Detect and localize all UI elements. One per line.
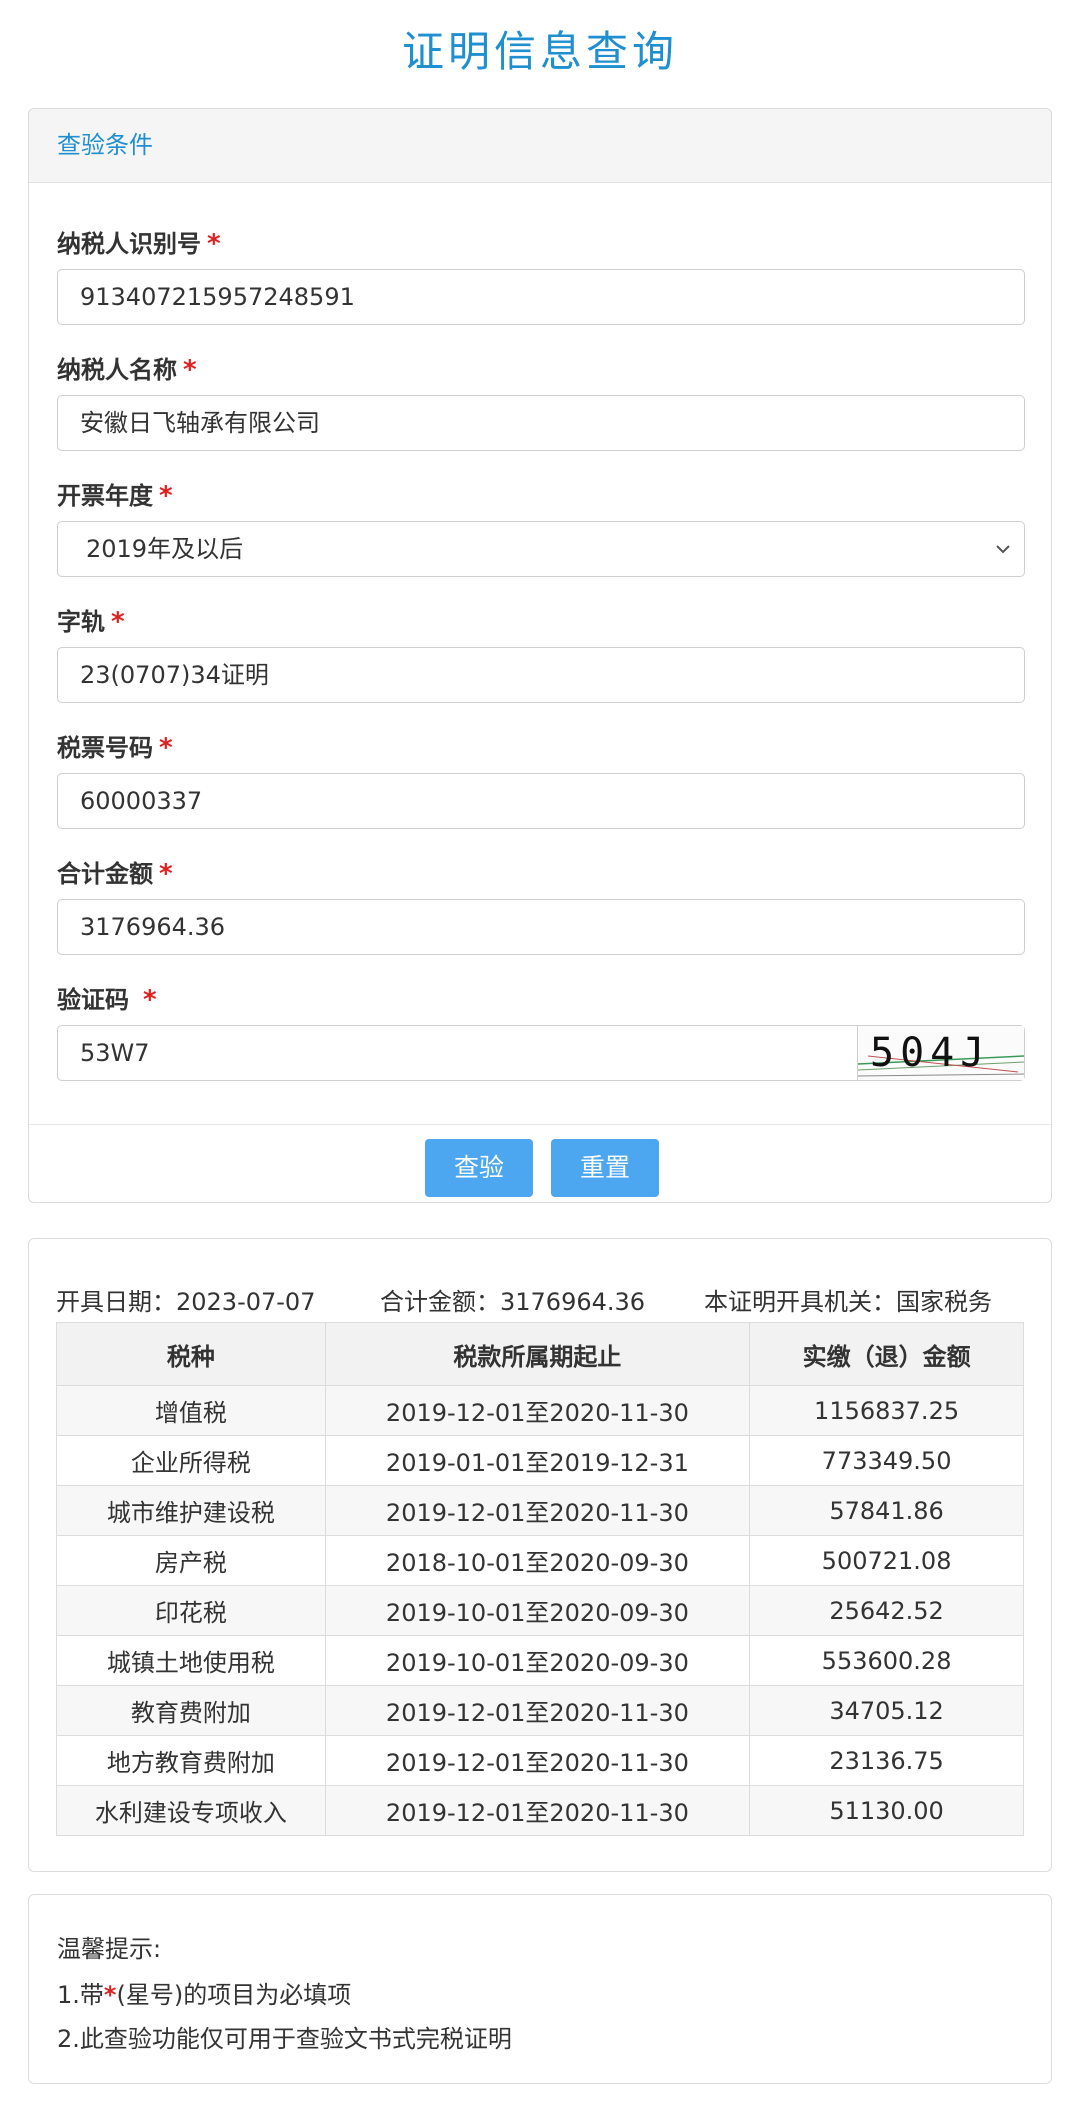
issue-date: 开具日期：2023-07-07	[56, 1288, 316, 1316]
tax-amount-cell: 500721.08	[749, 1535, 1024, 1586]
tax-amount-cell: 57841.86	[749, 1485, 1024, 1536]
required-mark: *	[207, 229, 221, 259]
issuing-authority: 本证明开具机关：国家税务	[704, 1288, 992, 1316]
reset-button[interactable]: 重置	[551, 1139, 659, 1197]
track-input[interactable]: 23(0707)34证明	[57, 647, 1025, 703]
invoice-year-label: 开票年度 *	[57, 481, 173, 511]
tax-table: 税种 税款所属期起止 实缴（退）金额 增值税 2019-12-01至2020-1…	[56, 1322, 1024, 1836]
required-mark: *	[111, 607, 125, 637]
column-header: 税款所属期起止	[324, 1322, 751, 1386]
chevron-down-icon	[996, 545, 1010, 554]
invoice-year-select[interactable]: 2019年及以后	[57, 521, 1025, 577]
tax-type-cell: 城市维护建设税	[56, 1485, 326, 1536]
captcha-input[interactable]: 53W7 504J	[57, 1025, 1025, 1081]
tax-type-cell: 教育费附加	[56, 1685, 326, 1736]
table-row: 增值税 2019-12-01至2020-11-30 1156837.25	[56, 1385, 1024, 1436]
tips-line-2: 2.此查验功能仅可用于查验文书式完税证明	[57, 2025, 512, 2053]
table-row: 地方教育费附加 2019-12-01至2020-11-30 23136.75	[56, 1735, 1024, 1786]
tax-type-cell: 印花税	[56, 1585, 326, 1636]
required-mark: *	[103, 1981, 117, 2009]
required-mark: *	[159, 733, 173, 763]
tax-period-cell: 2019-10-01至2020-09-30	[324, 1635, 751, 1686]
taxpayer-id-input[interactable]: 913407215957248591	[57, 269, 1025, 325]
tax-period-cell: 2019-10-01至2020-09-30	[324, 1585, 751, 1636]
tax-period-cell: 2019-01-01至2019-12-31	[324, 1435, 751, 1486]
table-row: 房产税 2018-10-01至2020-09-30 500721.08	[56, 1535, 1024, 1586]
tax-type-cell: 城镇土地使用税	[56, 1635, 326, 1686]
tax-amount-cell: 1156837.25	[749, 1385, 1024, 1436]
required-mark: *	[159, 481, 173, 511]
table-row: 水利建设专项收入 2019-12-01至2020-11-30 51130.00	[56, 1785, 1024, 1836]
tax-type-cell: 地方教育费附加	[56, 1735, 326, 1786]
tax-amount-cell: 23136.75	[749, 1735, 1024, 1786]
required-mark: *	[183, 355, 197, 385]
check-button[interactable]: 查验	[425, 1139, 533, 1197]
ticket-number-input[interactable]: 60000337	[57, 773, 1025, 829]
total-amount-label: 合计金额 *	[57, 859, 173, 889]
tax-amount-cell: 773349.50	[749, 1435, 1024, 1486]
taxpayer-id-label: 纳税人识别号 *	[57, 229, 221, 259]
tips-panel: 温馨提示: 1.带*(星号)的项目为必填项 2.此查验功能仅可用于查验文书式完税…	[28, 1894, 1052, 2084]
table-row: 城市维护建设税 2019-12-01至2020-11-30 57841.86	[56, 1485, 1024, 1536]
tax-period-cell: 2019-12-01至2020-11-30	[324, 1735, 751, 1786]
captcha-text: 504J	[870, 1030, 991, 1076]
table-row: 城镇土地使用税 2019-10-01至2020-09-30 553600.28	[56, 1635, 1024, 1686]
tax-amount-cell: 25642.52	[749, 1585, 1024, 1636]
column-header: 税种	[56, 1322, 326, 1386]
column-header: 实缴（退）金额	[749, 1322, 1024, 1386]
taxpayer-name-label: 纳税人名称 *	[57, 355, 197, 385]
captcha-label: 验证码 *	[57, 985, 157, 1015]
total-amount-input[interactable]: 3176964.36	[57, 899, 1025, 955]
tips-line-1: 1.带*(星号)的项目为必填项	[57, 1981, 352, 2009]
table-row: 教育费附加 2019-12-01至2020-11-30 34705.12	[56, 1685, 1024, 1736]
tax-amount-cell: 553600.28	[749, 1635, 1024, 1686]
page-title: 证明信息查询	[401, 27, 678, 76]
query-panel: 查验条件 纳税人识别号 * 913407215957248591 纳税人名称 * 安…	[28, 108, 1052, 1203]
captcha-image[interactable]: 504J	[857, 1026, 1024, 1080]
table-header-row: 税种 税款所属期起止 实缴（退）金额	[56, 1322, 1024, 1386]
required-mark: *	[143, 985, 157, 1015]
tips-title: 温馨提示:	[57, 1935, 162, 1963]
required-mark: *	[159, 859, 173, 889]
taxpayer-name-input[interactable]: 安徽日飞轴承有限公司	[57, 395, 1025, 451]
track-label: 字轨 *	[57, 607, 125, 637]
tax-period-cell: 2018-10-01至2020-09-30	[324, 1535, 751, 1586]
tax-amount-cell: 51130.00	[749, 1785, 1024, 1836]
tax-type-cell: 水利建设专项收入	[56, 1785, 326, 1836]
table-row: 印花税 2019-10-01至2020-09-30 25642.52	[56, 1585, 1024, 1636]
tax-period-cell: 2019-12-01至2020-11-30	[324, 1785, 751, 1836]
tax-amount-cell: 34705.12	[749, 1685, 1024, 1736]
tax-period-cell: 2019-12-01至2020-11-30	[324, 1485, 751, 1536]
ticket-number-label: 税票号码 *	[57, 733, 173, 763]
tax-period-cell: 2019-12-01至2020-11-30	[324, 1685, 751, 1736]
total-amount: 合计金额：3176964.36	[380, 1288, 646, 1316]
tax-type-cell: 企业所得税	[56, 1435, 326, 1486]
tax-period-cell: 2019-12-01至2020-11-30	[324, 1385, 751, 1436]
panel-footer-divider	[29, 1124, 1051, 1125]
tax-type-cell: 增值税	[56, 1385, 326, 1436]
tax-type-cell: 房产税	[56, 1535, 326, 1586]
query-panel-header: 查验条件	[29, 109, 1051, 183]
table-row: 企业所得税 2019-01-01至2019-12-31 773349.50	[56, 1435, 1024, 1486]
